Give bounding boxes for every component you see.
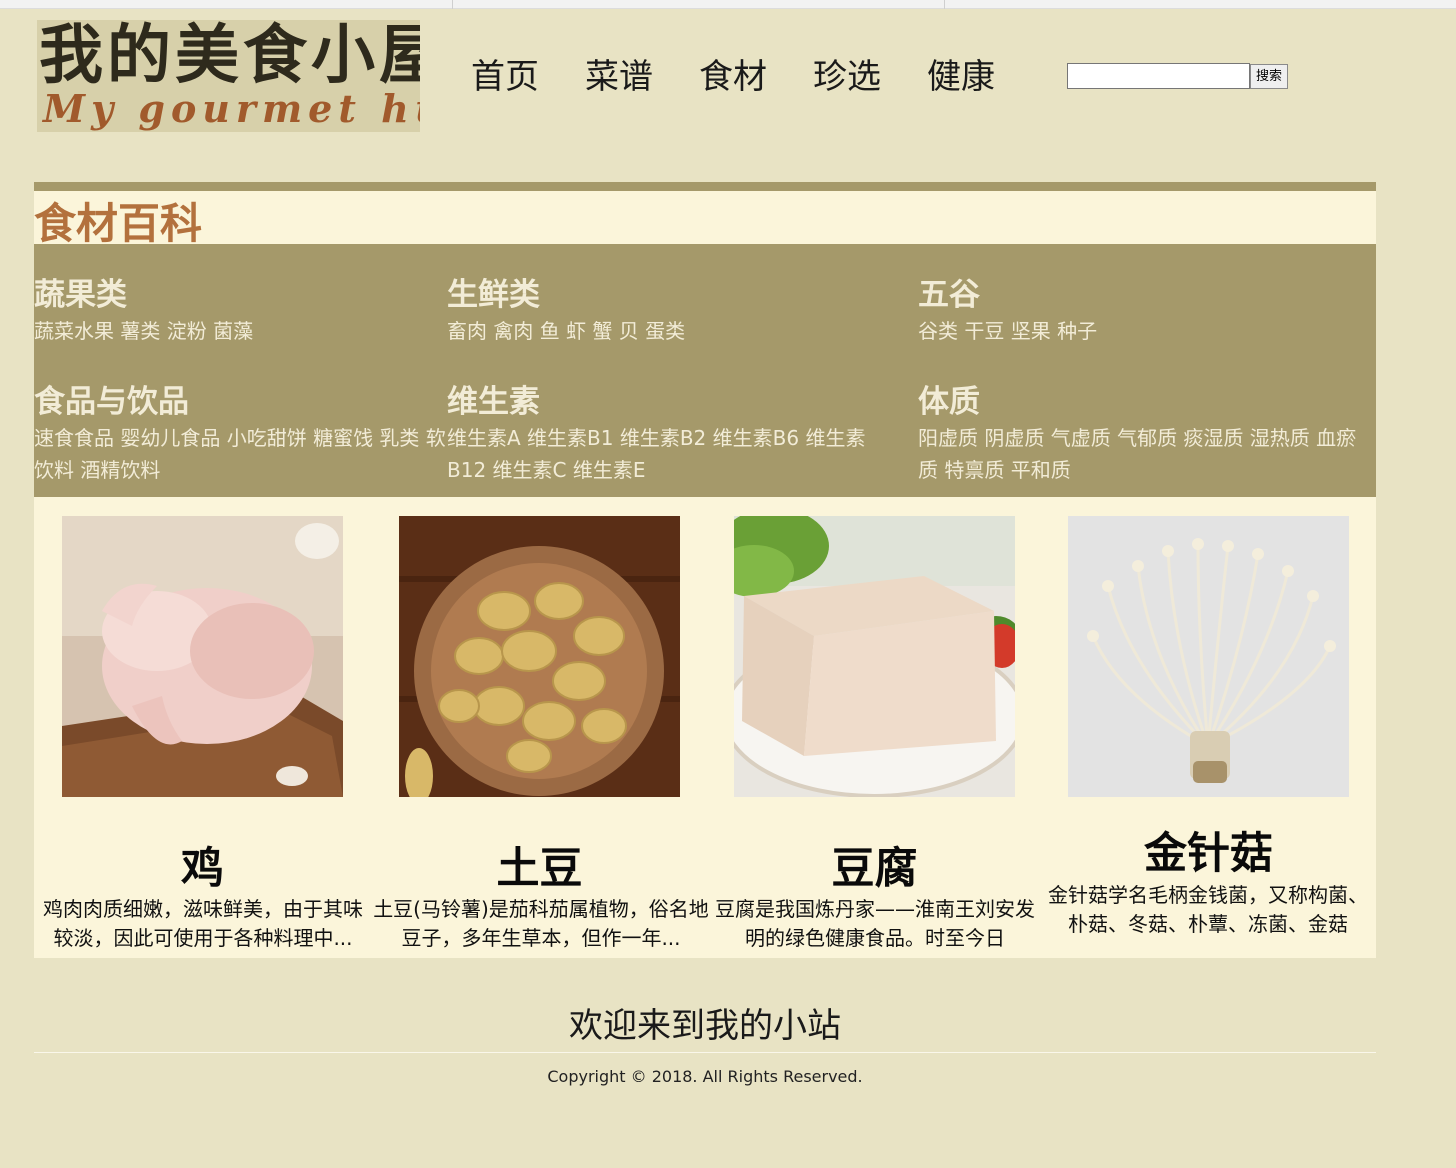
category-items: 维生素A 维生素B1 维生素B2 维生素B6 维生素B12 维生素C 维生素E	[447, 426, 866, 482]
tab-separator	[452, 0, 453, 9]
browser-top-strip	[0, 0, 1456, 9]
food-name[interactable]: 豆腐	[734, 843, 1015, 895]
category-items: 阳虚质 阴虚质 气虚质 气郁质 痰湿质 湿热质 血瘀质 特禀质 平和质	[918, 426, 1357, 482]
food-name[interactable]: 土豆	[399, 843, 680, 895]
category-vitamins[interactable]: 维生素 维生素A 维生素B1 维生素B2 维生素B6 维生素B12 维生素C 维…	[447, 382, 892, 486]
food-description: 金针菇学名毛柄金钱菌，又称构菌、朴菇、冬菇、朴蕈、冻菌、金菇	[1048, 883, 1368, 936]
nav-health[interactable]: 健康	[927, 53, 995, 101]
category-grains[interactable]: 五谷 谷类 干豆 坚果 种子	[918, 275, 1370, 347]
category-constitution[interactable]: 体质 阳虚质 阴虚质 气虚质 气郁质 痰湿质 湿热质 血瘀质 特禀质 平和质	[918, 382, 1370, 486]
category-title: 食品与饮品	[34, 384, 189, 420]
category-items: 畜肉 禽肉 鱼 虾 蟹 贝 蛋类	[447, 319, 686, 343]
category-title: 五谷	[918, 277, 980, 313]
category-items: 谷类 干豆 坚果 种子	[918, 319, 1098, 343]
category-items: 蔬菜水果 薯类 淀粉 菌藻	[34, 319, 254, 343]
footer-welcome: 欢迎来到我的小站	[569, 1006, 841, 1046]
tofu-illustration	[734, 516, 1015, 797]
footer-divider	[34, 1052, 1376, 1053]
nav-ingredients[interactable]: 食材	[699, 53, 767, 101]
search-input[interactable]	[1067, 63, 1250, 89]
logo-english-text: My gourmet hut	[43, 86, 420, 131]
food-name[interactable]: 鸡	[62, 843, 343, 895]
main-nav: 首页 菜谱 食材 珍选 健康	[471, 53, 1041, 101]
category-title: 维生素	[447, 384, 540, 420]
tofu-image[interactable]	[734, 516, 1015, 797]
food-description: 鸡肉肉质细嫩，滋味鲜美，由于其味较淡，因此可使用于各种料理中...	[43, 897, 363, 950]
site-logo[interactable]: 我的美食小屋 My gourmet hut	[37, 20, 420, 132]
enoki-image[interactable]	[1068, 516, 1349, 797]
ingredients-panel: 食材百科 蔬果类 蔬菜水果 薯类 淀粉 菌藻 生鲜类 畜肉 禽肉 鱼 虾 蟹 贝…	[34, 182, 1376, 958]
category-band: 蔬果类 蔬菜水果 薯类 淀粉 菌藻 生鲜类 畜肉 禽肉 鱼 虾 蟹 贝 蛋类 五…	[34, 244, 1376, 497]
nav-recipes[interactable]: 菜谱	[585, 53, 653, 101]
enoki-illustration	[1068, 516, 1349, 797]
potato-image[interactable]	[399, 516, 680, 797]
food-description: 豆腐是我国炼丹家——淮南王刘安发明的绿色健康食品。时至今日	[715, 897, 1035, 950]
chicken-illustration	[62, 516, 343, 797]
search-button[interactable]: 搜索	[1250, 64, 1288, 89]
category-title: 生鲜类	[447, 277, 540, 313]
category-fresh[interactable]: 生鲜类 畜肉 禽肉 鱼 虾 蟹 贝 蛋类	[447, 275, 892, 347]
copyright-text: Copyright © 2018. All Rights Reserved.	[547, 1067, 863, 1086]
category-title: 体质	[918, 384, 980, 420]
nav-selection[interactable]: 珍选	[813, 53, 881, 101]
tab-separator	[944, 0, 945, 9]
food-description: 土豆(马铃薯)是茄科茄属植物，俗名地豆子，多年生草本，但作一年...	[373, 897, 709, 950]
logo-chinese-text: 我的美食小屋	[39, 20, 420, 93]
category-title: 蔬果类	[34, 277, 127, 313]
nav-home[interactable]: 首页	[471, 53, 539, 101]
category-food-drinks[interactable]: 食品与饮品 速食食品 婴幼儿食品 小吃甜饼 糖蜜饯 乳类 软饮料 酒精饮料	[34, 382, 447, 486]
chicken-image[interactable]	[62, 516, 343, 797]
food-name[interactable]: 金针菇	[1068, 828, 1349, 880]
potato-illustration	[399, 516, 680, 797]
category-fruits-veg[interactable]: 蔬果类 蔬菜水果 薯类 淀粉 菌藻	[34, 275, 434, 347]
section-title: 食材百科	[34, 199, 203, 248]
category-items: 速食食品 婴幼儿食品 小吃甜饼 糖蜜饯 乳类 软饮料 酒精饮料	[34, 426, 446, 482]
